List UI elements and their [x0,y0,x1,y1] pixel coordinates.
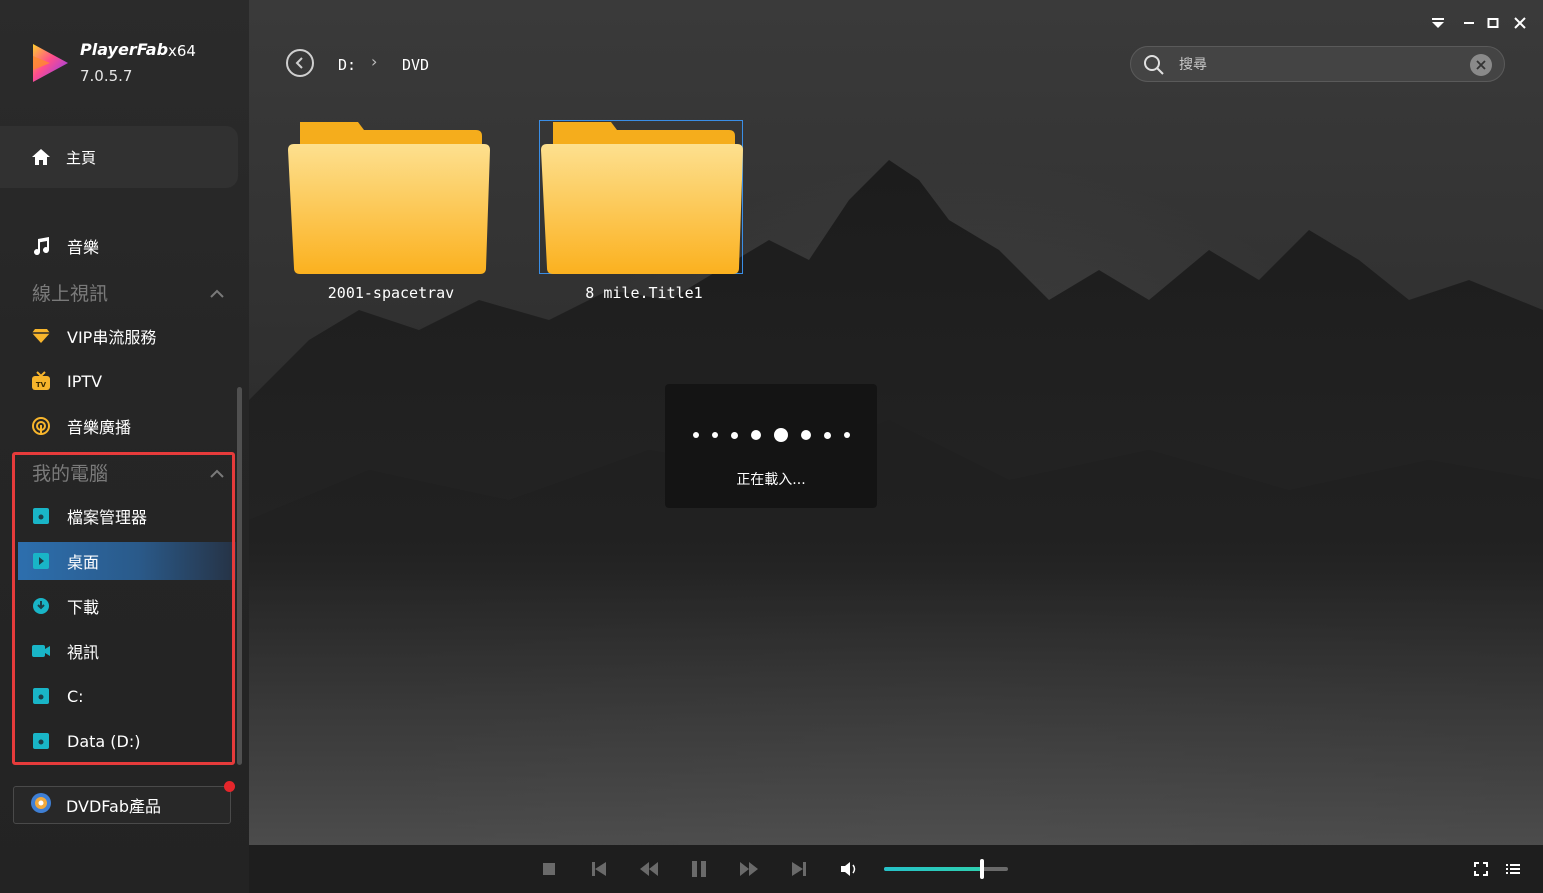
skip-next-icon [792,862,806,876]
folder-item[interactable]: 2001-spacetrav [286,118,496,306]
pause-button[interactable] [689,859,709,879]
loading-text: 正在載入... [736,472,806,488]
highlight-frame [12,452,235,765]
search-icon [1144,55,1164,75]
app-name: PlayerFab [80,40,169,59]
sidebar-item-label: 音樂廣播 [67,418,132,437]
mute-button[interactable] [839,859,859,879]
spinner-dot [730,431,738,439]
podcast-icon [30,415,52,437]
breadcrumb-separator: › [371,52,378,71]
dropdown-menu-button[interactable] [1429,14,1447,32]
fast-forward-icon [740,862,758,876]
sidebar-item-label: 主頁 [66,148,97,167]
sidebar-item-music[interactable]: 音樂 [18,227,236,265]
player-control-bar [249,845,1543,893]
sidebar-item-label: VIP串流服務 [67,328,157,347]
volume-handle[interactable] [979,859,984,879]
stop-icon [543,863,555,875]
previous-button[interactable] [589,859,609,879]
spinner-dot [711,432,718,438]
spinner-dot [843,432,850,438]
dvdfab-logo-icon [30,792,52,818]
folder-item-selected[interactable]: 8 mile.Title1 [539,118,749,306]
chevron-up-icon [210,281,224,303]
folder-icon [541,122,743,274]
volume-icon [841,862,856,876]
fullscreen-button[interactable] [1471,859,1491,879]
rewind-icon [640,862,658,876]
sidebar-item-home[interactable]: 主頁 [0,126,238,188]
app-version: 7.0.5.7 [80,67,133,85]
sidebar-item-label: IPTV [67,371,103,391]
playerfab-logo-icon [33,44,68,82]
skip-previous-icon [592,862,606,876]
loading-dialog: 正在載入... [665,384,877,508]
close-window-button[interactable] [1511,14,1529,32]
minimize-icon [1464,22,1474,24]
dvdfab-label: DVDFab產品 [66,797,162,816]
breadcrumb-drive[interactable]: D: [338,56,356,74]
search-box[interactable] [1130,46,1505,82]
maximize-button[interactable] [1484,14,1502,32]
spinner-dot [773,428,788,442]
loading-spinner [665,428,877,442]
next-button[interactable] [789,859,809,879]
folder-name: 2001-spacetrav [327,284,455,302]
breadcrumb-folder[interactable]: DVD [402,56,429,74]
minimize-button[interactable] [1460,14,1478,32]
spinner-dot [750,430,761,440]
volume-level [884,867,982,871]
fast-forward-button[interactable] [739,859,759,879]
spinner-dot [823,431,831,439]
section-online-video[interactable]: 線上視訊 [32,277,224,307]
sidebar-scrollbar[interactable] [237,387,242,765]
sidebar-item-vip-streaming[interactable]: VIP串流服務 [18,317,236,355]
maximize-icon [1487,18,1499,28]
back-button[interactable] [286,49,314,77]
sidebar: PlayerFab x64 7.0.5.7 主頁 音樂 線上視訊 VIP串流服務… [0,0,249,893]
dvdfab-products-button[interactable]: DVDFab產品 [13,786,231,824]
sidebar-item-label: 音樂 [67,238,100,257]
sidebar-item-iptv[interactable]: TV IPTV [18,362,236,400]
folder-name: 8 mile.Title1 [585,284,703,302]
svg-text:TV: TV [36,381,47,389]
app-arch: x64 [168,42,196,60]
close-icon [1514,17,1526,29]
volume-slider[interactable] [884,859,1008,879]
playlist-button[interactable] [1503,859,1523,879]
folder-icon [288,122,490,274]
music-note-icon [30,235,52,257]
fullscreen-icon [1474,862,1488,876]
home-icon [30,146,52,168]
playlist-icon [1506,864,1520,874]
section-title: 線上視訊 [32,282,109,305]
clear-search-button[interactable] [1470,54,1492,76]
diamond-icon [30,325,52,347]
notification-dot [224,781,235,792]
close-icon [1476,60,1486,70]
spinner-dot [800,430,811,440]
main-content: D: › DVD 2001-spacetrav [249,0,1543,845]
menu-dropdown-icon [1432,18,1444,28]
stop-button[interactable] [539,859,559,879]
pause-icon [692,861,706,877]
chevron-left-icon [295,57,303,69]
sidebar-item-music-radio[interactable]: 音樂廣播 [18,407,236,445]
spinner-dot [692,432,699,438]
tv-icon: TV [30,370,52,392]
search-input[interactable] [1177,53,1461,77]
rewind-button[interactable] [639,859,659,879]
